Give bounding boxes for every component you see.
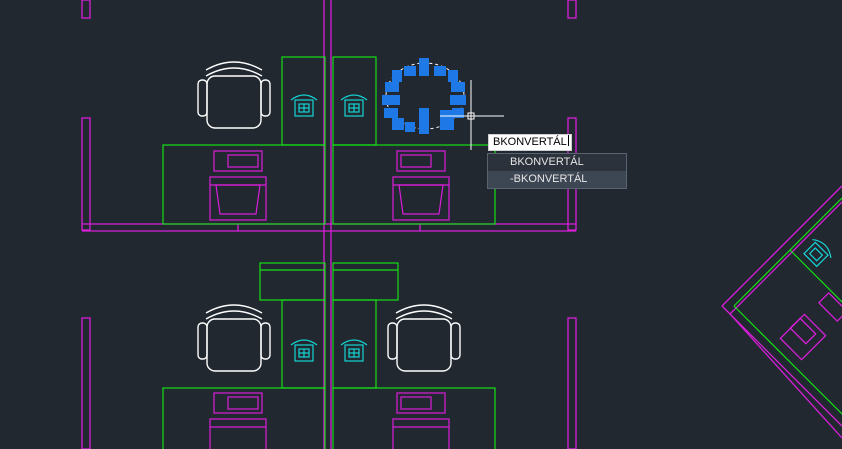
telephone-icon: [340, 94, 368, 117]
selected-block[interactable]: [382, 58, 466, 134]
telephone-icon: [290, 339, 318, 362]
autocomplete-list[interactable]: BKONVERTÁL -BKONVERTÁL: [487, 153, 627, 189]
telephone-icon: [340, 339, 368, 362]
dynamic-command-input[interactable]: BKONVERTÁL: [488, 134, 572, 151]
drawing-canvas[interactable]: [0, 0, 842, 449]
autocomplete-item[interactable]: BKONVERTÁL: [488, 154, 626, 171]
office-chair: [387, 304, 461, 372]
office-chair: [197, 304, 271, 372]
office-chair: [197, 61, 271, 129]
desk-drawers: [209, 150, 450, 449]
autocomplete-item-selected[interactable]: -BKONVERTÁL: [488, 171, 626, 188]
text-caret: [567, 135, 569, 146]
command-typed-text: BKONVERTÁL: [493, 136, 567, 148]
telephone-icon: [290, 94, 318, 117]
telephone-icon: [803, 238, 832, 268]
